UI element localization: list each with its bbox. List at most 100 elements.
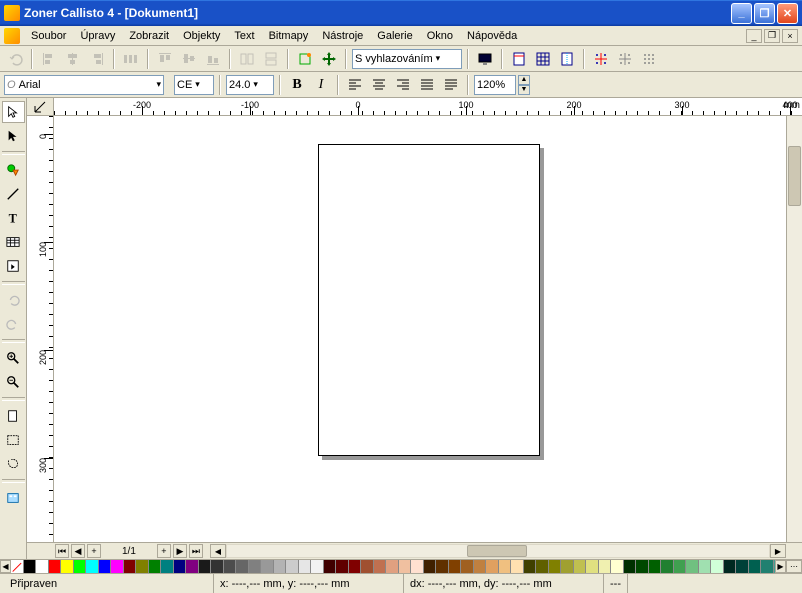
color-swatch[interactable] [211, 560, 224, 573]
tool-redo[interactable] [2, 313, 25, 335]
monitor-button[interactable] [474, 48, 496, 70]
color-swatch[interactable] [86, 560, 99, 573]
color-swatch[interactable] [586, 560, 599, 573]
color-swatch[interactable] [761, 560, 774, 573]
color-swatch[interactable] [186, 560, 199, 573]
color-swatch[interactable] [636, 560, 649, 573]
color-swatch[interactable] [299, 560, 312, 573]
color-swatch[interactable] [74, 560, 87, 573]
canvas[interactable] [54, 116, 786, 542]
page-last-button[interactable]: ⏭ [189, 544, 203, 558]
color-swatch[interactable] [36, 560, 49, 573]
tool-undo[interactable] [2, 289, 25, 311]
color-swatch[interactable] [561, 560, 574, 573]
guides-button[interactable] [556, 48, 578, 70]
color-swatch[interactable] [499, 560, 512, 573]
color-swatch[interactable] [311, 560, 324, 573]
page-setup-button[interactable] [508, 48, 530, 70]
grid-settings-button[interactable] [532, 48, 554, 70]
color-swatch[interactable] [649, 560, 662, 573]
tool-text[interactable]: T [2, 207, 25, 229]
swatch-none[interactable] [11, 560, 24, 573]
snap-points-button[interactable] [638, 48, 660, 70]
menu-okno[interactable]: Okno [420, 28, 460, 44]
text-align-right-button[interactable] [392, 74, 414, 96]
page-first-button[interactable]: ⏮ [55, 544, 69, 558]
same-width-button[interactable] [236, 48, 258, 70]
snap-grid-button[interactable] [590, 48, 612, 70]
color-swatch[interactable] [111, 560, 124, 573]
align-middle-v-button[interactable] [178, 48, 200, 70]
text-align-left-button[interactable] [344, 74, 366, 96]
color-swatch[interactable] [61, 560, 74, 573]
font-name-select[interactable]: O Arial ▾ [4, 75, 164, 95]
ruler-vertical[interactable]: 0100200300 [27, 116, 54, 542]
color-swatch[interactable] [524, 560, 537, 573]
page-add-after-button[interactable]: + [157, 544, 171, 558]
tool-zoom-out[interactable] [2, 371, 25, 393]
menu-soubor[interactable]: Soubor [24, 28, 73, 44]
scrollbar-vertical[interactable] [786, 116, 802, 542]
menu-zobrazit[interactable]: Zobrazit [122, 28, 176, 44]
same-height-button[interactable] [260, 48, 282, 70]
palette-menu[interactable]: ⋯ [786, 560, 802, 573]
color-swatch[interactable] [461, 560, 474, 573]
menu-bitmapy[interactable]: Bitmapy [262, 28, 316, 44]
color-swatch[interactable] [49, 560, 62, 573]
mdi-restore-button[interactable]: ❐ [764, 29, 780, 43]
color-swatch[interactable] [136, 560, 149, 573]
color-swatch[interactable] [699, 560, 712, 573]
maximize-button[interactable]: ❐ [754, 3, 775, 24]
color-swatch[interactable] [24, 560, 37, 573]
color-swatch[interactable] [749, 560, 762, 573]
page-add-before-button[interactable]: + [87, 544, 101, 558]
document-page[interactable] [318, 144, 540, 456]
color-swatch[interactable] [124, 560, 137, 573]
color-swatch[interactable] [199, 560, 212, 573]
ruler-horizontal[interactable]: mm -200-1000100200300400 [54, 98, 802, 116]
tool-zoom-in[interactable] [2, 347, 25, 369]
tool-table[interactable] [2, 231, 25, 253]
tool-rect-select[interactable] [2, 429, 25, 451]
color-swatch[interactable] [149, 560, 162, 573]
color-swatch[interactable] [424, 560, 437, 573]
color-swatch[interactable] [399, 560, 412, 573]
color-swatch[interactable] [224, 560, 237, 573]
page-prev-button[interactable]: ◀ [71, 544, 85, 558]
color-swatch[interactable] [674, 560, 687, 573]
tool-shapes[interactable] [2, 159, 25, 181]
tool-insert-image[interactable] [2, 255, 25, 277]
align-center-h-button[interactable] [62, 48, 84, 70]
color-swatch[interactable] [661, 560, 674, 573]
tool-edit-points[interactable] [2, 125, 25, 147]
menu-upravy[interactable]: Úpravy [73, 28, 122, 44]
font-size-select[interactable]: 24.0 [226, 75, 274, 95]
color-swatch[interactable] [549, 560, 562, 573]
zoom-up-button[interactable]: ▲ [518, 75, 530, 85]
color-swatch[interactable] [249, 560, 262, 573]
undo-button[interactable] [4, 48, 26, 70]
color-swatch[interactable] [536, 560, 549, 573]
tool-gallery[interactable] [2, 487, 25, 509]
move-button[interactable] [318, 48, 340, 70]
scrollbar-thumb-h[interactable] [467, 545, 527, 557]
minimize-button[interactable]: _ [731, 3, 752, 24]
tool-line[interactable] [2, 183, 25, 205]
color-swatch[interactable] [599, 560, 612, 573]
color-swatch[interactable] [386, 560, 399, 573]
mdi-close-button[interactable]: × [782, 29, 798, 43]
align-right-button[interactable] [86, 48, 108, 70]
charset-select[interactable]: CE [174, 75, 214, 95]
text-align-full-button[interactable] [440, 74, 462, 96]
color-swatch[interactable] [274, 560, 287, 573]
color-swatch[interactable] [324, 560, 337, 573]
color-swatch[interactable] [436, 560, 449, 573]
scroll-left-button[interactable]: ◀ [210, 544, 226, 558]
color-swatch[interactable] [361, 560, 374, 573]
color-swatch[interactable] [374, 560, 387, 573]
ruler-origin[interactable] [27, 98, 54, 116]
color-swatch[interactable] [574, 560, 587, 573]
color-swatch[interactable] [161, 560, 174, 573]
palette-scroll-left[interactable]: ◀ [0, 560, 11, 573]
color-swatch[interactable] [286, 560, 299, 573]
